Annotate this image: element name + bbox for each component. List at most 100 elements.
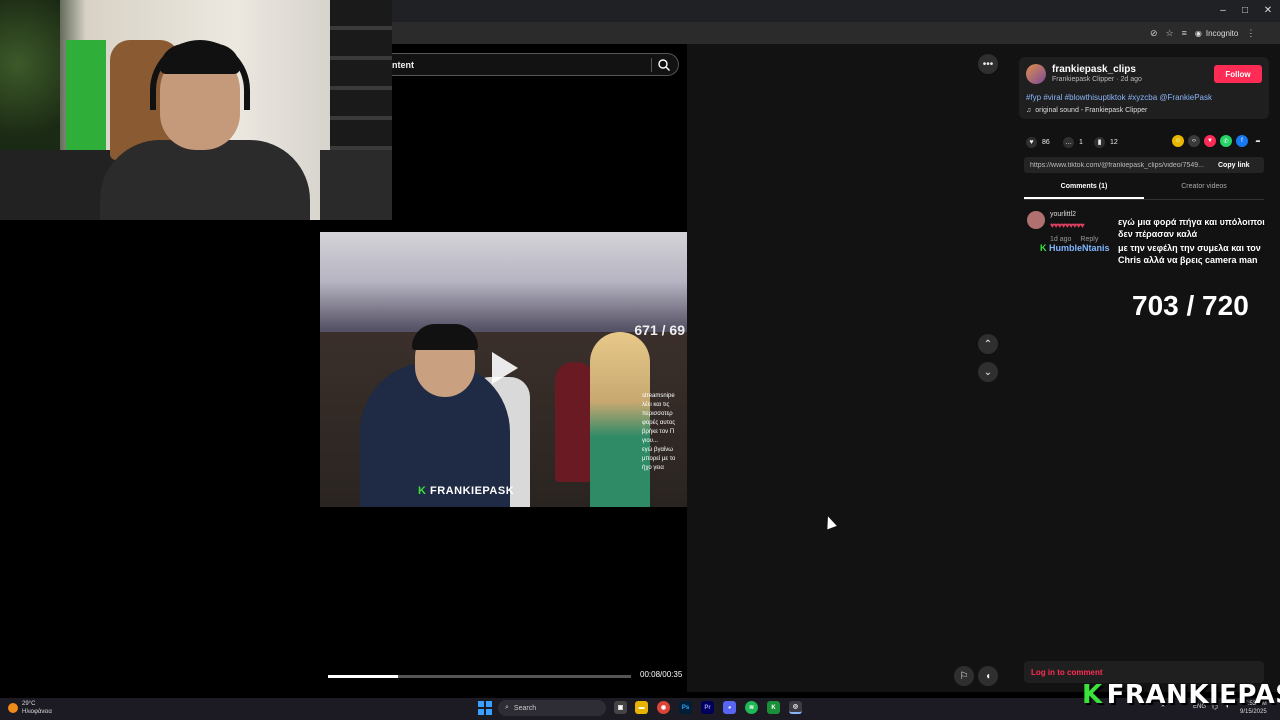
comment-meta: 1d ago Reply bbox=[1050, 236, 1098, 243]
tab-divider bbox=[1024, 199, 1264, 200]
search-bar[interactable]: ntent bbox=[392, 53, 679, 76]
video-chat-line: μπορεί με το bbox=[642, 456, 676, 462]
chevron-down-icon: ⌄ bbox=[983, 366, 993, 378]
video-link[interactable]: https://www.tiktok.com/@frankiepask_clip… bbox=[1024, 162, 1214, 169]
windows-start-icon[interactable] bbox=[478, 701, 492, 715]
comment-stat[interactable]: … 1 bbox=[1063, 136, 1083, 148]
chrome-active-icon[interactable]: ◎ bbox=[789, 701, 802, 714]
heart-icon: ♥ bbox=[1026, 136, 1037, 148]
spotify-icon[interactable]: ≋ bbox=[745, 701, 758, 714]
follow-button[interactable]: Follow bbox=[1214, 65, 1262, 83]
chrome-icon[interactable]: ◉ bbox=[657, 701, 670, 714]
video-watermark: K FRANKIEPASK bbox=[418, 485, 514, 497]
incognito-icon: ◉ bbox=[1194, 28, 1202, 38]
menu-icon[interactable]: ⋮ bbox=[1246, 28, 1255, 39]
search-icon[interactable] bbox=[657, 58, 671, 72]
kick-app-icon[interactable]: K bbox=[767, 701, 780, 714]
copy-link-box: https://www.tiktok.com/@frankiepask_clip… bbox=[1024, 157, 1264, 173]
sun-icon bbox=[8, 703, 18, 713]
premiere-icon[interactable]: Pr bbox=[701, 701, 714, 714]
task-view-icon[interactable]: ▣ bbox=[614, 701, 627, 714]
video-chat-overlay: streamsnipe λέει και τις περισσοτερ φορέ… bbox=[642, 392, 687, 473]
video-chat-line: λέει και τις bbox=[642, 402, 670, 408]
media-icon[interactable]: ≡ bbox=[1182, 28, 1187, 38]
minimize-button[interactable]: – bbox=[1216, 4, 1230, 18]
next-video-button[interactable]: ⌄ bbox=[978, 362, 998, 382]
video-chat-line: γιου... bbox=[642, 438, 658, 444]
author-subtitle: Frankiepask Clipper · 2d ago bbox=[1052, 76, 1142, 83]
video-chat-line: εγώ βγαίνω bbox=[642, 447, 673, 453]
sound-label: original sound - Frankiepask Clipper bbox=[1035, 107, 1148, 114]
webcam-green-screen bbox=[66, 40, 106, 150]
eye-off-icon[interactable]: ⊘ bbox=[1150, 28, 1158, 39]
video-chat-line: streamsnipe bbox=[642, 393, 675, 399]
video-hashtags[interactable]: #fyp #viral #blowthisuptiktok #xyzcba @F… bbox=[1026, 93, 1212, 102]
share-arrow-icon[interactable]: ➦ bbox=[1252, 135, 1264, 147]
music-note-icon: ♫ bbox=[1026, 107, 1032, 114]
comment-username[interactable]: yourlittl2 bbox=[1050, 211, 1076, 218]
whatsapp-icon[interactable]: ✆ bbox=[1220, 135, 1232, 147]
like-count: 86 bbox=[1042, 138, 1050, 146]
volume-icon: ◖ bbox=[984, 670, 992, 682]
video-player[interactable]: 671 / 69 streamsnipe λέει και τις περισσ… bbox=[320, 232, 687, 507]
video-person-red-hair bbox=[555, 362, 595, 482]
video-watermark-text: FRANKIEPASK bbox=[430, 485, 515, 497]
incognito-indicator[interactable]: ◉ Incognito bbox=[1195, 29, 1238, 38]
previous-video-button[interactable]: ⌃ bbox=[978, 334, 998, 354]
taskbar-search[interactable]: ⌕ Search bbox=[498, 700, 606, 716]
stream-brand-overlay: K FRANKIEPASK bbox=[1082, 680, 1280, 710]
photoshop-icon[interactable]: Ps bbox=[679, 701, 692, 714]
play-icon[interactable] bbox=[492, 352, 518, 384]
video-person-cap bbox=[412, 324, 478, 350]
video-chat-line: περισσοτερ bbox=[642, 411, 673, 417]
brand-text: FRANKIEPASK bbox=[1106, 680, 1280, 710]
weather-temp: 29°C bbox=[22, 701, 36, 707]
author-avatar[interactable] bbox=[1026, 64, 1046, 84]
webcam-plant-wall bbox=[0, 0, 60, 160]
file-explorer-icon[interactable]: ▬ bbox=[635, 701, 648, 714]
send-icon[interactable]: ▼ bbox=[1204, 135, 1216, 147]
weather-text: 29°C Ηλιοφάνεια bbox=[22, 700, 52, 716]
close-window-button[interactable]: ✕ bbox=[1261, 4, 1275, 18]
sound-info[interactable]: ♫ original sound - Frankiepask Clipper bbox=[1026, 107, 1147, 114]
browser-toolbar bbox=[390, 22, 1280, 44]
more-options-button[interactable]: ••• bbox=[978, 54, 998, 74]
video-progress-fill bbox=[328, 675, 398, 678]
video-person-blonde bbox=[590, 332, 650, 507]
video-chat-line: ήχο γεια bbox=[642, 465, 664, 471]
bookmark-icon: ▮ bbox=[1094, 136, 1105, 148]
video-progress-bar[interactable] bbox=[328, 675, 631, 678]
star-icon[interactable]: ☆ bbox=[1166, 28, 1174, 39]
save-count: 12 bbox=[1110, 138, 1118, 146]
video-side-area bbox=[687, 44, 1009, 692]
comment-avatar[interactable] bbox=[1027, 211, 1045, 229]
stream-counter: 703 / 720 bbox=[1132, 290, 1249, 321]
like-stat[interactable]: ♥ 86 bbox=[1026, 136, 1050, 148]
comment-count: 1 bbox=[1079, 138, 1083, 146]
video-chat-line: βρήκε τον Π bbox=[642, 429, 675, 435]
embed-icon[interactable]: ‹› bbox=[1188, 135, 1200, 147]
comment-reply-button[interactable]: Reply bbox=[1080, 236, 1098, 243]
copy-link-button[interactable]: Copy link bbox=[1218, 162, 1250, 169]
share-emoji-icon[interactable]: ☺ bbox=[1172, 135, 1184, 147]
webcam-shelf bbox=[320, 150, 392, 220]
video-time: 00:08/00:35 bbox=[640, 670, 683, 679]
report-button[interactable]: ⚐ bbox=[954, 666, 974, 686]
video-chat-line: φορές αυτος bbox=[642, 420, 676, 426]
comment-text: ♥♥♥♥♥♥♥♥♥ bbox=[1050, 221, 1085, 230]
maximize-button[interactable]: □ bbox=[1238, 4, 1252, 18]
facebook-icon[interactable]: f bbox=[1236, 135, 1248, 147]
comment-time: 1d ago bbox=[1050, 236, 1072, 243]
search-input[interactable]: ntent bbox=[392, 60, 414, 70]
flag-icon: ⚐ bbox=[959, 670, 969, 682]
webcam-overlay bbox=[0, 0, 392, 220]
volume-button[interactable]: ◖ bbox=[978, 666, 998, 686]
author-username[interactable]: frankiepask_clips bbox=[1052, 64, 1136, 75]
weather-widget[interactable]: 29°C Ηλιοφάνεια bbox=[8, 700, 52, 716]
tab-creator-videos[interactable]: Creator videos bbox=[1144, 183, 1264, 199]
video-watermark-k: K bbox=[418, 485, 427, 497]
video-overlay-counter: 671 / 69 bbox=[634, 322, 685, 338]
save-stat[interactable]: ▮ 12 bbox=[1094, 136, 1118, 148]
discord-icon[interactable]: ◕ bbox=[723, 701, 736, 714]
incognito-label: Incognito bbox=[1205, 28, 1239, 38]
